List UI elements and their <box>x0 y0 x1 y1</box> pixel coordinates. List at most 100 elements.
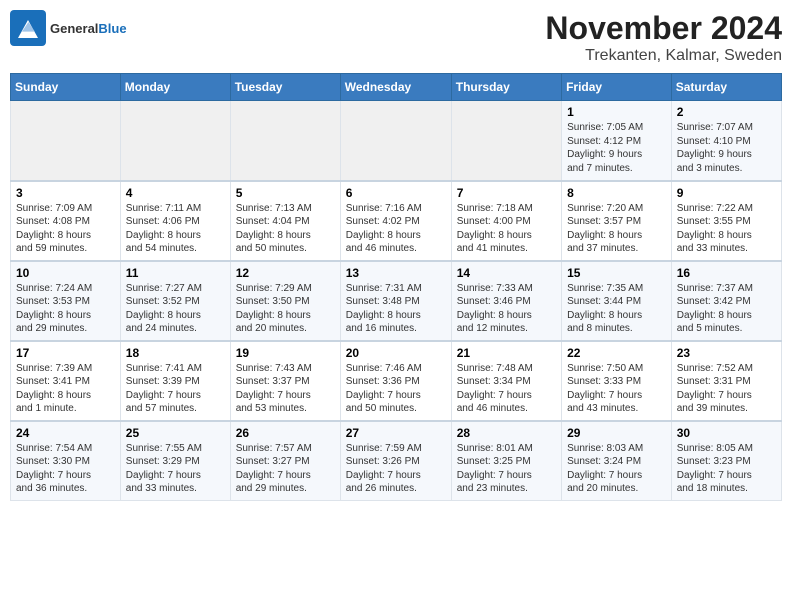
header-sunday: Sunday <box>11 74 121 101</box>
calendar-cell: 21 Sunrise: 7:48 AM Sunset: 3:34 PM Dayli… <box>451 341 561 421</box>
calendar-cell <box>120 101 230 181</box>
week-row-3: 10 Sunrise: 7:24 AM Sunset: 3:53 PM Dayli… <box>11 261 782 341</box>
day-number: 19 <box>236 346 335 360</box>
day-info: Sunrise: 7:07 AM Sunset: 4:10 PM Dayligh… <box>677 121 776 175</box>
day-number: 22 <box>567 346 666 360</box>
calendar-cell: 15 Sunrise: 7:35 AM Sunset: 3:44 PM Dayli… <box>562 261 672 341</box>
calendar-subtitle: Trekanten, Kalmar, Sweden <box>545 47 782 65</box>
day-number: 23 <box>677 346 776 360</box>
header-thursday: Thursday <box>451 74 561 101</box>
day-number: 21 <box>457 346 556 360</box>
header-tuesday: Tuesday <box>230 74 340 101</box>
calendar-cell: 5Sunrise: 7:13 AM Sunset: 4:04 PM Daylig… <box>230 181 340 261</box>
calendar-cell <box>340 101 451 181</box>
calendar-cell: 27 Sunrise: 7:59 AM Sunset: 3:26 PM Dayli… <box>340 421 451 501</box>
calendar-cell: 1Sunrise: 7:05 AM Sunset: 4:12 PM Daylig… <box>562 101 672 181</box>
day-info: Sunrise: 7:50 AM Sunset: 3:33 PM Dayligh… <box>567 362 666 416</box>
day-number: 6 <box>346 186 446 200</box>
day-number: 24 <box>16 426 115 440</box>
calendar-cell: 28Sunrise: 8:01 AM Sunset: 3:25 PM Dayli… <box>451 421 561 501</box>
day-number: 20 <box>346 346 446 360</box>
logo-text-blue: Blue <box>98 21 126 36</box>
day-info: Sunrise: 8:05 AM Sunset: 3:23 PM Dayligh… <box>677 442 776 496</box>
day-info: Sunrise: 8:01 AM Sunset: 3:25 PM Dayligh… <box>457 442 556 496</box>
week-row-4: 17Sunrise: 7:39 AM Sunset: 3:41 PM Dayli… <box>11 341 782 421</box>
day-info: Sunrise: 7:22 AM Sunset: 3:55 PM Dayligh… <box>677 202 776 256</box>
day-info: Sunrise: 7:55 AM Sunset: 3:29 PM Dayligh… <box>126 442 225 496</box>
calendar-cell: 14 Sunrise: 7:33 AM Sunset: 3:46 PM Dayli… <box>451 261 561 341</box>
week-row-2: 3 Sunrise: 7:09 AM Sunset: 4:08 PM Daylig… <box>11 181 782 261</box>
calendar-header-row: SundayMondayTuesdayWednesdayThursdayFrid… <box>11 74 782 101</box>
day-info: Sunrise: 7:29 AM Sunset: 3:50 PM Dayligh… <box>236 282 335 336</box>
day-info: Sunrise: 7:59 AM Sunset: 3:26 PM Dayligh… <box>346 442 446 496</box>
calendar-cell: 3 Sunrise: 7:09 AM Sunset: 4:08 PM Daylig… <box>11 181 121 261</box>
calendar-cell: 29Sunrise: 8:03 AM Sunset: 3:24 PM Dayli… <box>562 421 672 501</box>
calendar-cell: 23 Sunrise: 7:52 AM Sunset: 3:31 PM Dayli… <box>671 341 781 421</box>
day-info: Sunrise: 7:33 AM Sunset: 3:46 PM Dayligh… <box>457 282 556 336</box>
header-monday: Monday <box>120 74 230 101</box>
calendar-cell <box>230 101 340 181</box>
day-info: Sunrise: 7:11 AM Sunset: 4:06 PM Dayligh… <box>126 202 225 256</box>
day-number: 3 <box>16 186 115 200</box>
day-number: 16 <box>677 266 776 280</box>
day-info: Sunrise: 7:09 AM Sunset: 4:08 PM Dayligh… <box>16 202 115 256</box>
calendar-cell: 2Sunrise: 7:07 AM Sunset: 4:10 PM Daylig… <box>671 101 781 181</box>
day-number: 9 <box>677 186 776 200</box>
calendar-cell: 9 Sunrise: 7:22 AM Sunset: 3:55 PM Daylig… <box>671 181 781 261</box>
day-number: 15 <box>567 266 666 280</box>
week-row-5: 24 Sunrise: 7:54 AM Sunset: 3:30 PM Dayli… <box>11 421 782 501</box>
day-info: Sunrise: 7:54 AM Sunset: 3:30 PM Dayligh… <box>16 442 115 496</box>
day-number: 8 <box>567 186 666 200</box>
day-number: 13 <box>346 266 446 280</box>
day-number: 25 <box>126 426 225 440</box>
calendar-title: November 2024 <box>545 10 782 47</box>
day-info: Sunrise: 7:24 AM Sunset: 3:53 PM Dayligh… <box>16 282 115 336</box>
day-info: Sunrise: 7:16 AM Sunset: 4:02 PM Dayligh… <box>346 202 446 256</box>
day-info: Sunrise: 7:27 AM Sunset: 3:52 PM Dayligh… <box>126 282 225 336</box>
calendar-cell: 20Sunrise: 7:46 AM Sunset: 3:36 PM Dayli… <box>340 341 451 421</box>
calendar-cell: 6 Sunrise: 7:16 AM Sunset: 4:02 PM Daylig… <box>340 181 451 261</box>
page-header: GeneralBlue November 2024 Trekanten, Kal… <box>10 10 782 65</box>
day-number: 29 <box>567 426 666 440</box>
header-wednesday: Wednesday <box>340 74 451 101</box>
day-info: Sunrise: 7:20 AM Sunset: 3:57 PM Dayligh… <box>567 202 666 256</box>
day-number: 11 <box>126 266 225 280</box>
calendar-cell <box>451 101 561 181</box>
day-number: 1 <box>567 105 666 119</box>
calendar-cell: 13 Sunrise: 7:31 AM Sunset: 3:48 PM Dayli… <box>340 261 451 341</box>
calendar-cell: 30 Sunrise: 8:05 AM Sunset: 3:23 PM Dayli… <box>671 421 781 501</box>
calendar-cell <box>11 101 121 181</box>
day-number: 14 <box>457 266 556 280</box>
calendar-cell: 26 Sunrise: 7:57 AM Sunset: 3:27 PM Dayli… <box>230 421 340 501</box>
day-info: Sunrise: 7:18 AM Sunset: 4:00 PM Dayligh… <box>457 202 556 256</box>
day-number: 30 <box>677 426 776 440</box>
day-number: 7 <box>457 186 556 200</box>
calendar-cell: 11 Sunrise: 7:27 AM Sunset: 3:52 PM Dayli… <box>120 261 230 341</box>
calendar-cell: 16 Sunrise: 7:37 AM Sunset: 3:42 PM Dayli… <box>671 261 781 341</box>
day-info: Sunrise: 7:41 AM Sunset: 3:39 PM Dayligh… <box>126 362 225 416</box>
week-row-1: 1Sunrise: 7:05 AM Sunset: 4:12 PM Daylig… <box>11 101 782 181</box>
day-number: 27 <box>346 426 446 440</box>
day-info: Sunrise: 7:35 AM Sunset: 3:44 PM Dayligh… <box>567 282 666 336</box>
day-number: 26 <box>236 426 335 440</box>
calendar-cell: 7 Sunrise: 7:18 AM Sunset: 4:00 PM Daylig… <box>451 181 561 261</box>
calendar-cell: 19 Sunrise: 7:43 AM Sunset: 3:37 PM Dayli… <box>230 341 340 421</box>
day-info: Sunrise: 7:43 AM Sunset: 3:37 PM Dayligh… <box>236 362 335 416</box>
calendar-cell: 18Sunrise: 7:41 AM Sunset: 3:39 PM Dayli… <box>120 341 230 421</box>
calendar-cell: 10 Sunrise: 7:24 AM Sunset: 3:53 PM Dayli… <box>11 261 121 341</box>
day-info: Sunrise: 7:57 AM Sunset: 3:27 PM Dayligh… <box>236 442 335 496</box>
title-block: November 2024 Trekanten, Kalmar, Sweden <box>545 10 782 65</box>
day-info: Sunrise: 7:48 AM Sunset: 3:34 PM Dayligh… <box>457 362 556 416</box>
calendar-cell: 4 Sunrise: 7:11 AM Sunset: 4:06 PM Daylig… <box>120 181 230 261</box>
day-info: Sunrise: 7:37 AM Sunset: 3:42 PM Dayligh… <box>677 282 776 336</box>
calendar-cell: 17Sunrise: 7:39 AM Sunset: 3:41 PM Dayli… <box>11 341 121 421</box>
logo-text-general: General <box>50 21 98 36</box>
day-number: 4 <box>126 186 225 200</box>
day-number: 10 <box>16 266 115 280</box>
logo-icon <box>10 10 46 46</box>
calendar-cell: 22 Sunrise: 7:50 AM Sunset: 3:33 PM Dayli… <box>562 341 672 421</box>
day-info: Sunrise: 7:52 AM Sunset: 3:31 PM Dayligh… <box>677 362 776 416</box>
calendar-cell: 8 Sunrise: 7:20 AM Sunset: 3:57 PM Daylig… <box>562 181 672 261</box>
day-info: Sunrise: 7:31 AM Sunset: 3:48 PM Dayligh… <box>346 282 446 336</box>
day-number: 17 <box>16 346 115 360</box>
